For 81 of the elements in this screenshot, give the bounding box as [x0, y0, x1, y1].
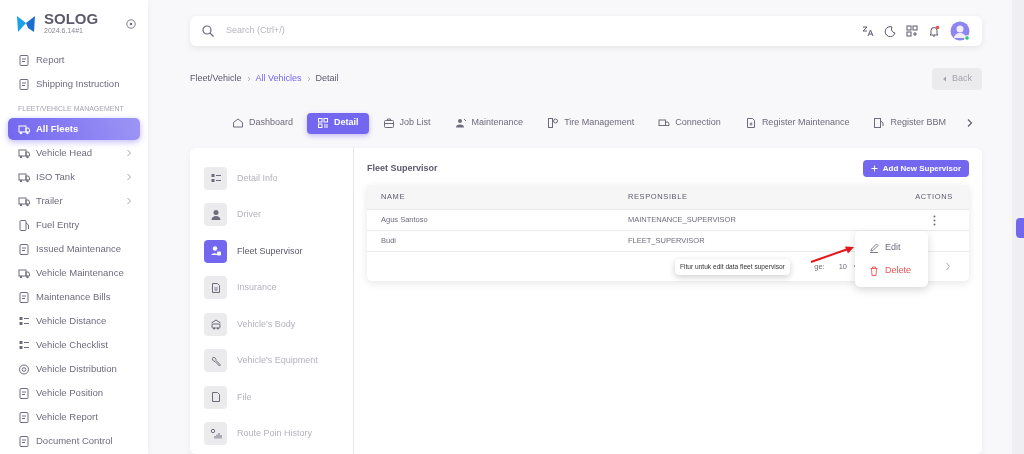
trash-icon — [869, 265, 879, 276]
chart-icon — [209, 427, 222, 440]
breadcrumb-link[interactable]: All Vehicles — [255, 72, 302, 86]
briefcase-icon — [382, 117, 395, 129]
person-icon — [209, 208, 222, 221]
breadcrumb-text: Fleet/Vehicle — [190, 72, 242, 86]
truck-icon — [18, 195, 30, 207]
tab[interactable]: Detail — [307, 112, 369, 134]
tab[interactable]: Connection — [648, 112, 731, 134]
chevron-icon[interactable] — [965, 118, 974, 128]
document-icon — [18, 291, 30, 303]
truck-icon — [18, 171, 30, 183]
tab[interactable]: Dashboard — [222, 112, 304, 134]
sidebar-item[interactable]: All Fleets — [8, 118, 140, 140]
sidebar-item[interactable]: Fuel Entry — [8, 213, 140, 237]
sidebar-item[interactable]: Maintenance Bills — [8, 285, 140, 309]
toggle-icon[interactable] — [126, 19, 136, 29]
kebab-icon[interactable] — [932, 214, 936, 226]
car-icon — [209, 318, 222, 331]
sidebar-item[interactable]: Vehicle Checklist — [8, 333, 140, 357]
sidebar-item[interactable]: Report — [8, 48, 140, 72]
sidebar-item[interactable]: Vehicle Distance — [8, 309, 140, 333]
gauge-icon — [18, 363, 30, 375]
fuel-icon — [18, 219, 30, 231]
avatar[interactable] — [950, 21, 970, 41]
tab[interactable]: Register Maintenance — [734, 112, 860, 134]
list-icon — [18, 315, 30, 327]
file-icon — [209, 391, 222, 404]
document-icon — [18, 243, 30, 255]
document-icon — [209, 281, 222, 294]
sidebar-item[interactable]: Document Control — [8, 429, 140, 453]
sidebar-item[interactable]: Issued Maintenance — [8, 237, 140, 261]
add-button[interactable]: Add New Supervisor — [862, 160, 969, 177]
pencil-icon — [869, 242, 879, 253]
truck-icon — [658, 117, 671, 129]
brand-name: SOLOG — [44, 11, 99, 27]
tab[interactable]: Maintenance — [444, 112, 534, 134]
truck-icon — [18, 267, 30, 279]
sidebar-item[interactable]: Vehicle Report — [8, 405, 140, 429]
sidebar-item[interactable]: Vehicle Maintenance — [8, 261, 140, 285]
settings-tab[interactable] — [1016, 218, 1024, 238]
search-bar[interactable]: Search (Ctrl+/) — [190, 16, 982, 46]
sidebar-item[interactable]: Shipping Instruction — [8, 72, 140, 96]
bell-icon[interactable] — [928, 25, 940, 37]
sidebar-item[interactable]: Vehicle Head — [8, 141, 140, 165]
sidebar-item[interactable]: Vehicle Position — [8, 381, 140, 405]
translate-icon[interactable] — [862, 25, 874, 37]
list-icon — [18, 339, 30, 351]
grid-icon — [317, 117, 330, 129]
fuel-icon — [873, 117, 886, 129]
truck-icon — [18, 147, 30, 159]
person-icon — [454, 117, 467, 129]
section-title: Fleet Supervisor — [367, 161, 438, 175]
document-icon — [18, 54, 30, 66]
document-icon — [18, 435, 30, 447]
search-field[interactable]: Search (Ctrl+/) — [224, 23, 852, 39]
people-icon — [209, 245, 222, 258]
detail-nav-item[interactable]: Fleet Supervisor — [204, 233, 339, 270]
list-icon — [209, 172, 222, 185]
tab[interactable]: Tire Management — [537, 112, 645, 134]
moon-icon[interactable] — [884, 25, 896, 37]
menu-item[interactable]: Edit — [855, 236, 928, 259]
plus-icon — [870, 165, 878, 172]
home-icon — [232, 117, 244, 129]
chevron-icon — [246, 76, 251, 82]
tab[interactable]: Register BBM — [863, 112, 956, 134]
sidebar-item[interactable]: ISO Tank — [8, 165, 140, 189]
sidebar-item[interactable]: Trailer — [8, 189, 140, 213]
search-icon — [202, 25, 214, 37]
sidebar-item[interactable]: Vehicle Distribution — [8, 357, 140, 381]
breadcrumb-text: Detail — [315, 72, 339, 86]
chevron-icon — [306, 76, 311, 82]
wrench-icon — [209, 354, 222, 367]
truck-icon — [18, 123, 30, 135]
document-icon — [744, 117, 757, 129]
document-icon — [18, 387, 30, 399]
grid-icon[interactable] — [906, 25, 918, 37]
document-icon — [18, 78, 30, 90]
tab[interactable]: Job List — [372, 112, 441, 134]
document-icon — [18, 411, 30, 423]
menu-item[interactable]: Delete — [855, 259, 928, 282]
